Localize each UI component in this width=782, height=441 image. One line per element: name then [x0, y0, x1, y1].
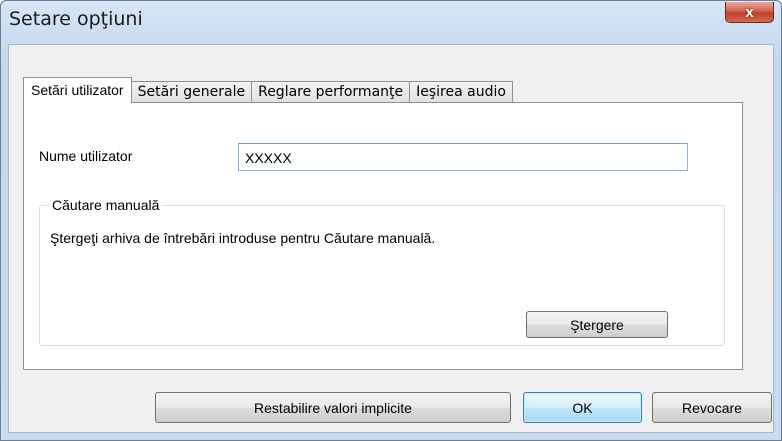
tab-strip: Setări utilizator Setări generale Reglar…: [23, 77, 513, 103]
restore-defaults-button[interactable]: Restabilire valori implicite: [155, 392, 511, 423]
manual-search-description: Ştergeţi arhiva de întrebări introduse p…: [50, 230, 436, 246]
title-bar[interactable]: Setare opţiuni x: [1, 1, 781, 37]
tab-audio-output[interactable]: Ieşirea audio: [409, 81, 513, 103]
username-input[interactable]: XXXXX: [238, 143, 688, 171]
dialog-client-area: Setări utilizator Setări generale Reglar…: [8, 44, 774, 433]
tab-panel-user-settings: Nume utilizator XXXXX Căutare manuală Şt…: [23, 102, 743, 370]
tab-user-settings[interactable]: Setări utilizator: [23, 77, 132, 103]
close-button[interactable]: x: [725, 2, 774, 23]
cancel-button[interactable]: Revocare: [652, 392, 772, 423]
tab-performance-tuning[interactable]: Reglare performanţe: [251, 81, 411, 103]
manual-search-legend: Căutare manuală: [49, 197, 163, 213]
username-label: Nume utilizator: [39, 148, 133, 164]
ok-button[interactable]: OK: [523, 392, 642, 423]
manual-search-group: Căutare manuală Ştergeţi arhiva de între…: [39, 197, 725, 346]
close-icon: x: [745, 3, 754, 21]
tab-general-settings[interactable]: Setări generale: [130, 81, 253, 103]
clear-history-button[interactable]: Ştergere: [526, 311, 668, 338]
window-title: Setare opţiuni: [9, 8, 143, 30]
